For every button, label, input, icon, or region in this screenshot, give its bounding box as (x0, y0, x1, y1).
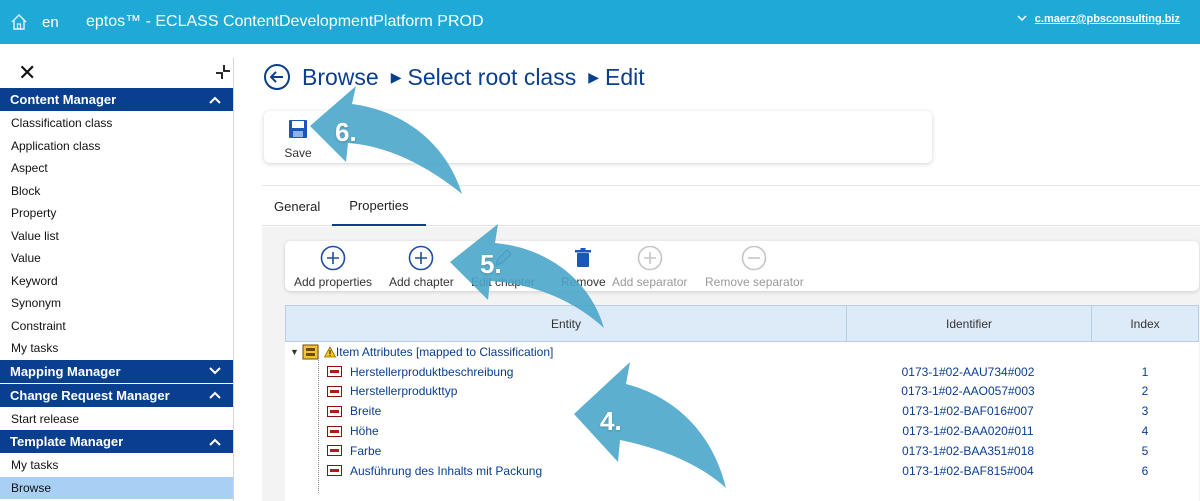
breadcrumb-select-root-class[interactable]: Select root class (407, 64, 576, 91)
chevron-down-icon (1017, 13, 1027, 25)
remove-button[interactable]: Remove (561, 245, 606, 289)
user-email[interactable]: c.maerz@pbsconsulting.biz (1035, 13, 1180, 25)
properties-toolbar: Add properties Add chapter Edit chapter … (285, 241, 1199, 291)
properties-tab-content: Add properties Add chapter Edit chapter … (262, 227, 1200, 501)
sidebar-item-classification-class[interactable]: Classification class (0, 112, 233, 135)
properties-grid: Entity Identifier Index ▼ Item Attribute… (285, 305, 1199, 501)
sidebar-item-value-list[interactable]: Value list (0, 225, 233, 248)
warning-icon (323, 346, 336, 358)
sidebar-item-browse[interactable]: Browse (0, 476, 233, 499)
table-row[interactable]: Herstellerproduktbeschreibung 0173-1#02-… (285, 362, 1199, 382)
breadcrumb-edit: Edit (605, 63, 645, 90)
collapse-icon[interactable] (215, 64, 231, 83)
language-selector[interactable]: en (42, 14, 82, 31)
sidebar-section-template-manager[interactable]: Template Manager (0, 430, 233, 453)
home-icon[interactable] (0, 0, 38, 44)
sidebar-item-start-release[interactable]: Start release (0, 408, 233, 431)
table-row[interactable]: Farbe 0173-1#02-BAA351#018 5 (285, 441, 1199, 461)
add-chapter-button[interactable]: Add chapter (389, 245, 454, 289)
app-title: eptos™ - ECLASS ContentDevelopmentPlatfo… (86, 13, 484, 30)
floppy-disk-icon (289, 120, 307, 138)
property-icon (327, 385, 342, 397)
breadcrumb: Browse ▶ Select root class ▶ Edit (264, 62, 645, 92)
tree-root-label: Item Attributes [mapped to Classificatio… (335, 344, 554, 359)
tree-root-row[interactable]: ▼ Item Attributes [mapped to Classificat… (285, 342, 1199, 362)
table-row[interactable]: Breite 0173-1#02-BAF016#007 3 (285, 401, 1199, 421)
sidebar-section-change-request-manager[interactable]: Change Request Manager (0, 383, 233, 407)
plus-circle-icon (320, 245, 346, 271)
add-separator-button[interactable]: Add separator (612, 245, 687, 289)
close-icon[interactable]: ✕ (18, 62, 36, 84)
sidebar-item-synonym[interactable]: Synonym (0, 292, 233, 315)
column-header-index[interactable]: Index (1092, 306, 1198, 341)
remove-separator-button[interactable]: Remove separator (705, 245, 804, 289)
save-toolbar: Save (264, 111, 932, 163)
chevron-down-icon (209, 367, 221, 375)
trash-icon (575, 248, 592, 267)
back-arrow-icon[interactable] (264, 64, 290, 90)
save-button[interactable]: Save (278, 119, 318, 160)
property-icon (327, 445, 342, 457)
breadcrumb-browse[interactable]: Browse (302, 64, 379, 91)
edit-panel: General Properties Add properties Add ch… (262, 185, 1200, 501)
tree-connector (318, 351, 319, 493)
tab-general[interactable]: General (262, 186, 332, 226)
breadcrumb-separator-icon: ▶ (390, 68, 402, 85)
property-icon (327, 465, 342, 477)
property-icon (327, 425, 342, 437)
step-label-6: 6. (335, 117, 357, 147)
column-header-identifier[interactable]: Identifier (847, 306, 1092, 341)
step-label-5: 5. (480, 249, 502, 279)
chevron-up-icon (209, 438, 221, 446)
minus-circle-icon (742, 245, 767, 271)
sidebar-item-aspect[interactable]: Aspect (0, 157, 233, 180)
step-label-4: 4. (600, 406, 622, 436)
collapse-triangle-icon[interactable]: ▼ (290, 347, 299, 357)
sidebar-item-block[interactable]: Block (0, 180, 233, 203)
sidebar-section-mapping-manager[interactable]: Mapping Manager (0, 359, 233, 383)
tab-properties[interactable]: Properties (332, 186, 426, 226)
sidebar-item-my-tasks[interactable]: My tasks (0, 337, 233, 360)
table-row[interactable]: Ausführung des Inhalts mit Packung 0173-… (285, 461, 1199, 481)
sidebar-item-template-my-tasks[interactable]: My tasks (0, 454, 233, 477)
user-menu[interactable]: c.maerz@pbsconsulting.biz (1017, 13, 1180, 25)
grid-header: Entity Identifier Index (285, 305, 1199, 342)
sidebar-item-value[interactable]: Value (0, 247, 233, 270)
chevron-up-icon (209, 96, 221, 104)
add-properties-button[interactable]: Add properties (294, 245, 372, 289)
sidebar-item-constraint[interactable]: Constraint (0, 315, 233, 338)
property-icon (327, 366, 342, 378)
column-header-entity[interactable]: Entity (286, 306, 847, 341)
tab-bar: General Properties (262, 186, 1200, 226)
chevron-up-icon (209, 391, 221, 399)
sidebar: ✕ Content Manager Classification class A… (0, 58, 234, 501)
table-row[interactable]: Herstellerprodukttyp 0173-1#02-AAO057#00… (285, 382, 1199, 402)
sidebar-item-property[interactable]: Property (0, 202, 233, 225)
plus-circle-icon (637, 245, 662, 271)
table-row[interactable]: Höhe 0173-1#02-BAA020#011 4 (285, 421, 1199, 441)
plus-circle-icon (409, 245, 434, 271)
breadcrumb-separator-icon: ▶ (588, 68, 600, 85)
sidebar-item-application-class[interactable]: Application class (0, 135, 233, 158)
sidebar-item-keyword[interactable]: Keyword (0, 270, 233, 293)
sidebar-section-content-manager[interactable]: Content Manager (0, 88, 233, 111)
main-content: Browse ▶ Select root class ▶ Edit Save G… (262, 58, 1200, 501)
property-icon (327, 405, 342, 417)
app-header: en eptos™ - ECLASS ContentDevelopmentPla… (0, 0, 1200, 44)
